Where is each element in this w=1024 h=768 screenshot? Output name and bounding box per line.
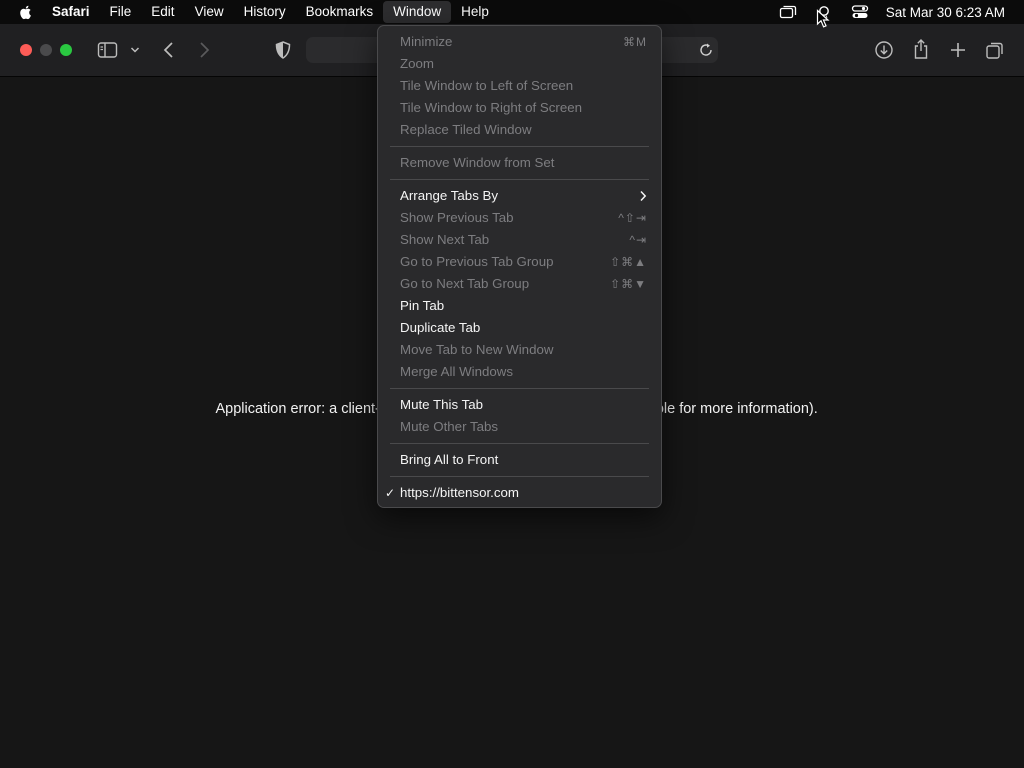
close-window-button[interactable]	[20, 44, 32, 56]
zoom-window-button[interactable]	[60, 44, 72, 56]
menu-window[interactable]: Window	[383, 1, 452, 23]
menu-history[interactable]: History	[234, 1, 296, 23]
window-menu-dropdown: Minimize ⌘M Zoom Tile Window to Left of S…	[377, 25, 662, 508]
menu-bookmarks[interactable]: Bookmarks	[296, 1, 384, 23]
status-area: Sat Mar 30 6:23 AM	[770, 0, 1024, 24]
chevron-down-icon[interactable]	[130, 46, 140, 54]
control-center-icon[interactable]	[851, 5, 869, 19]
menu-separator	[390, 179, 649, 180]
menu-item-mute-this-tab[interactable]: Mute This Tab	[378, 394, 661, 416]
menu-app-safari[interactable]: Safari	[52, 1, 100, 23]
menu-edit[interactable]: Edit	[141, 1, 184, 23]
menu-separator	[390, 476, 649, 477]
menu-item-arrange-tabs-by[interactable]: Arrange Tabs By	[378, 185, 661, 207]
shortcut-next-tab-group: ⇧⌘▼	[610, 277, 647, 291]
submenu-chevron-right-icon	[640, 190, 647, 202]
menu-bar: Safari File Edit View History Bookmarks …	[0, 0, 1024, 24]
minimize-window-button[interactable]	[40, 44, 52, 56]
mouse-cursor-icon	[816, 9, 830, 28]
menu-item-show-previous-tab[interactable]: Show Previous Tab ^⇧⇥	[378, 207, 661, 229]
sidebar-icon[interactable]	[97, 41, 119, 59]
shortcut-show-next-tab: ^⇥	[629, 233, 647, 247]
menu-item-move-tab-to-new-window[interactable]: Move Tab to New Window	[378, 339, 661, 361]
menu-item-previous-tab-group[interactable]: Go to Previous Tab Group ⇧⌘▲	[378, 251, 661, 273]
shortcut-previous-tab-group: ⇧⌘▲	[610, 255, 647, 269]
menu-item-replace-tiled-window[interactable]: Replace Tiled Window	[378, 119, 661, 141]
menu-item-zoom[interactable]: Zoom	[378, 53, 661, 75]
menu-bar-clock[interactable]: Sat Mar 30 6:23 AM	[886, 5, 1005, 20]
tab-overview-icon[interactable]	[985, 40, 1005, 60]
menu-item-duplicate-tab[interactable]: Duplicate Tab	[378, 317, 661, 339]
menu-item-mute-other-tabs[interactable]: Mute Other Tabs	[378, 416, 661, 438]
menu-item-next-tab-group[interactable]: Go to Next Tab Group ⇧⌘▼	[378, 273, 661, 295]
menu-file[interactable]: File	[100, 1, 142, 23]
apple-logo-icon[interactable]	[18, 4, 34, 20]
reload-icon[interactable]	[698, 42, 714, 58]
back-icon[interactable]	[162, 41, 176, 59]
menu-item-tile-left[interactable]: Tile Window to Left of Screen	[378, 75, 661, 97]
error-text-right: nsole for more information).	[640, 401, 818, 417]
menu-item-minimize[interactable]: Minimize ⌘M	[378, 31, 661, 53]
menu-item-tile-right[interactable]: Tile Window to Right of Screen	[378, 97, 661, 119]
shortcut-show-previous-tab: ^⇧⇥	[618, 211, 647, 225]
menu-item-pin-tab[interactable]: Pin Tab	[378, 295, 661, 317]
shortcut-minimize: ⌘M	[623, 35, 647, 49]
menu-item-remove-window-from-set[interactable]: Remove Window from Set	[378, 152, 661, 174]
privacy-shield-icon[interactable]	[274, 40, 292, 60]
menu-separator	[390, 443, 649, 444]
forward-icon	[200, 42, 210, 58]
share-icon[interactable]	[912, 38, 930, 60]
new-tab-icon[interactable]	[949, 41, 967, 59]
error-text-left: Application error: a client-side	[215, 401, 407, 417]
menu-separator	[390, 388, 649, 389]
menu-separator	[390, 146, 649, 147]
menu-item-window-bittensor[interactable]: ✓ https://bittensor.com	[378, 482, 661, 504]
menu-help[interactable]: Help	[451, 1, 499, 23]
menu-item-bring-all-to-front[interactable]: Bring All to Front	[378, 449, 661, 471]
checkmark-icon: ✓	[385, 486, 396, 500]
menu-item-merge-all-windows[interactable]: Merge All Windows	[378, 361, 661, 383]
menu-item-show-next-tab[interactable]: Show Next Tab ^⇥	[378, 229, 661, 251]
screen-mirroring-icon[interactable]	[779, 5, 797, 19]
download-icon[interactable]	[874, 40, 894, 60]
menu-view[interactable]: View	[185, 1, 234, 23]
